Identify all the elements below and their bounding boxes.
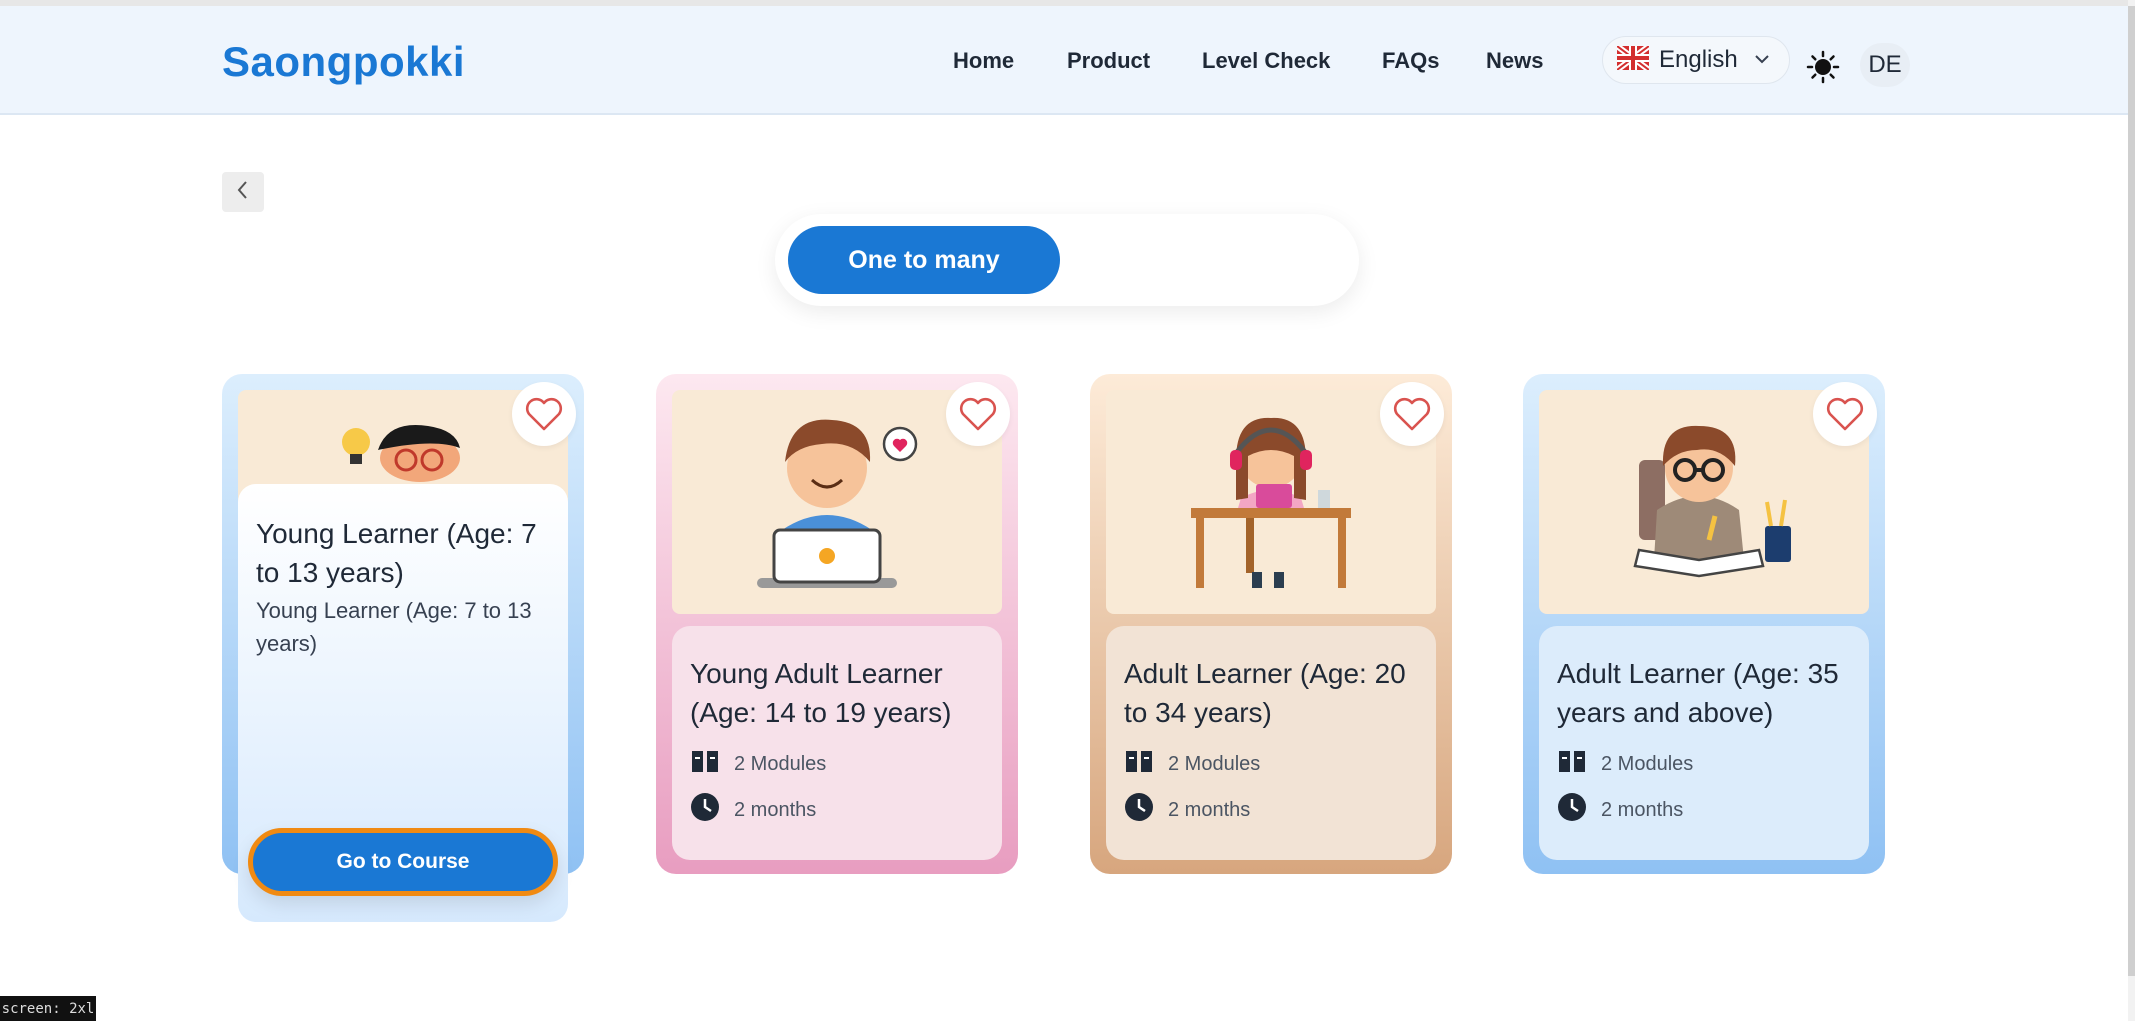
card-body: Adult Learner (Age: 35 years and above) … (1539, 626, 1869, 860)
nav-faqs[interactable]: FAQs (1382, 48, 1439, 74)
duration-info: 2 months (1124, 792, 1418, 828)
duration-info: 2 months (1557, 792, 1851, 828)
favorite-heart-icon[interactable] (1380, 382, 1444, 446)
modules-count: 2 Modules (734, 752, 827, 775)
card-body: Young Adult Learner (Age: 14 to 19 years… (672, 626, 1002, 860)
course-card-young-learner[interactable]: Young Learner (Age: 7 to 13 years) Young… (222, 374, 584, 922)
go-to-course-button[interactable]: Go to Course (248, 828, 558, 896)
card-body: Adult Learner (Age: 20 to 34 years) 2 Mo… (1106, 626, 1436, 860)
book-icon (1557, 748, 1587, 780)
card-title: Young Adult Learner (Age: 14 to 19 years… (690, 658, 952, 728)
uk-flag-icon (1615, 43, 1651, 75)
duration-value: 2 months (1601, 798, 1684, 821)
nav-home[interactable]: Home (953, 48, 1014, 74)
language-selector[interactable]: English (1602, 36, 1790, 84)
favorite-heart-icon[interactable] (512, 382, 576, 446)
duration-info: 2 months (690, 792, 984, 828)
duration-value: 2 months (1168, 798, 1251, 821)
duration-value: 2 months (734, 798, 817, 821)
sun-icon[interactable] (1806, 50, 1840, 89)
modules-info: 2 Modules (1124, 748, 1418, 780)
page-scrollbar[interactable] (2128, 0, 2135, 1021)
course-card-adult-learner-20-34[interactable]: Adult Learner (Age: 20 to 34 years) 2 Mo… (1090, 374, 1452, 874)
book-icon (1124, 748, 1154, 780)
scrollbar-thumb[interactable] (2128, 6, 2135, 976)
clock-icon (1124, 792, 1154, 828)
user-avatar[interactable]: DE (1860, 43, 1910, 87)
nav-level-check[interactable]: Level Check (1202, 48, 1330, 74)
card-title: Young Learner (Age: 7 to 13 years) (256, 518, 537, 588)
chevron-left-icon (233, 179, 253, 206)
modules-count: 2 Modules (1601, 752, 1694, 775)
nav-product[interactable]: Product (1067, 48, 1150, 74)
tab-one-to-many[interactable]: One to many (788, 226, 1060, 294)
favorite-heart-icon[interactable] (946, 382, 1010, 446)
course-card-young-adult-learner[interactable]: Young Adult Learner (Age: 14 to 19 years… (656, 374, 1018, 874)
back-button[interactable] (222, 172, 264, 212)
book-icon (690, 748, 720, 780)
card-title: Adult Learner (Age: 20 to 34 years) (1124, 658, 1406, 728)
chevron-down-icon (1751, 48, 1773, 75)
modules-count: 2 Modules (1168, 752, 1261, 775)
site-header: Saongpokki Home Product Level Check FAQs… (0, 6, 2128, 115)
favorite-heart-icon[interactable] (1813, 382, 1877, 446)
logo[interactable]: Saongpokki (222, 38, 465, 86)
course-card-adult-learner-35-plus[interactable]: Adult Learner (Age: 35 years and above) … (1523, 374, 1885, 874)
modules-info: 2 Modules (690, 748, 984, 780)
nav-news[interactable]: News (1486, 48, 1543, 74)
class-type-toggle: One to many (775, 214, 1359, 306)
clock-icon (1557, 792, 1587, 828)
card-subtitle: Young Learner (Age: 7 to 13 years) (256, 598, 532, 656)
language-label: English (1659, 46, 1738, 73)
modules-info: 2 Modules (1557, 748, 1851, 780)
screen-size-badge: screen: 2xl (0, 996, 96, 1021)
card-title: Adult Learner (Age: 35 years and above) (1557, 658, 1839, 728)
clock-icon (690, 792, 720, 828)
